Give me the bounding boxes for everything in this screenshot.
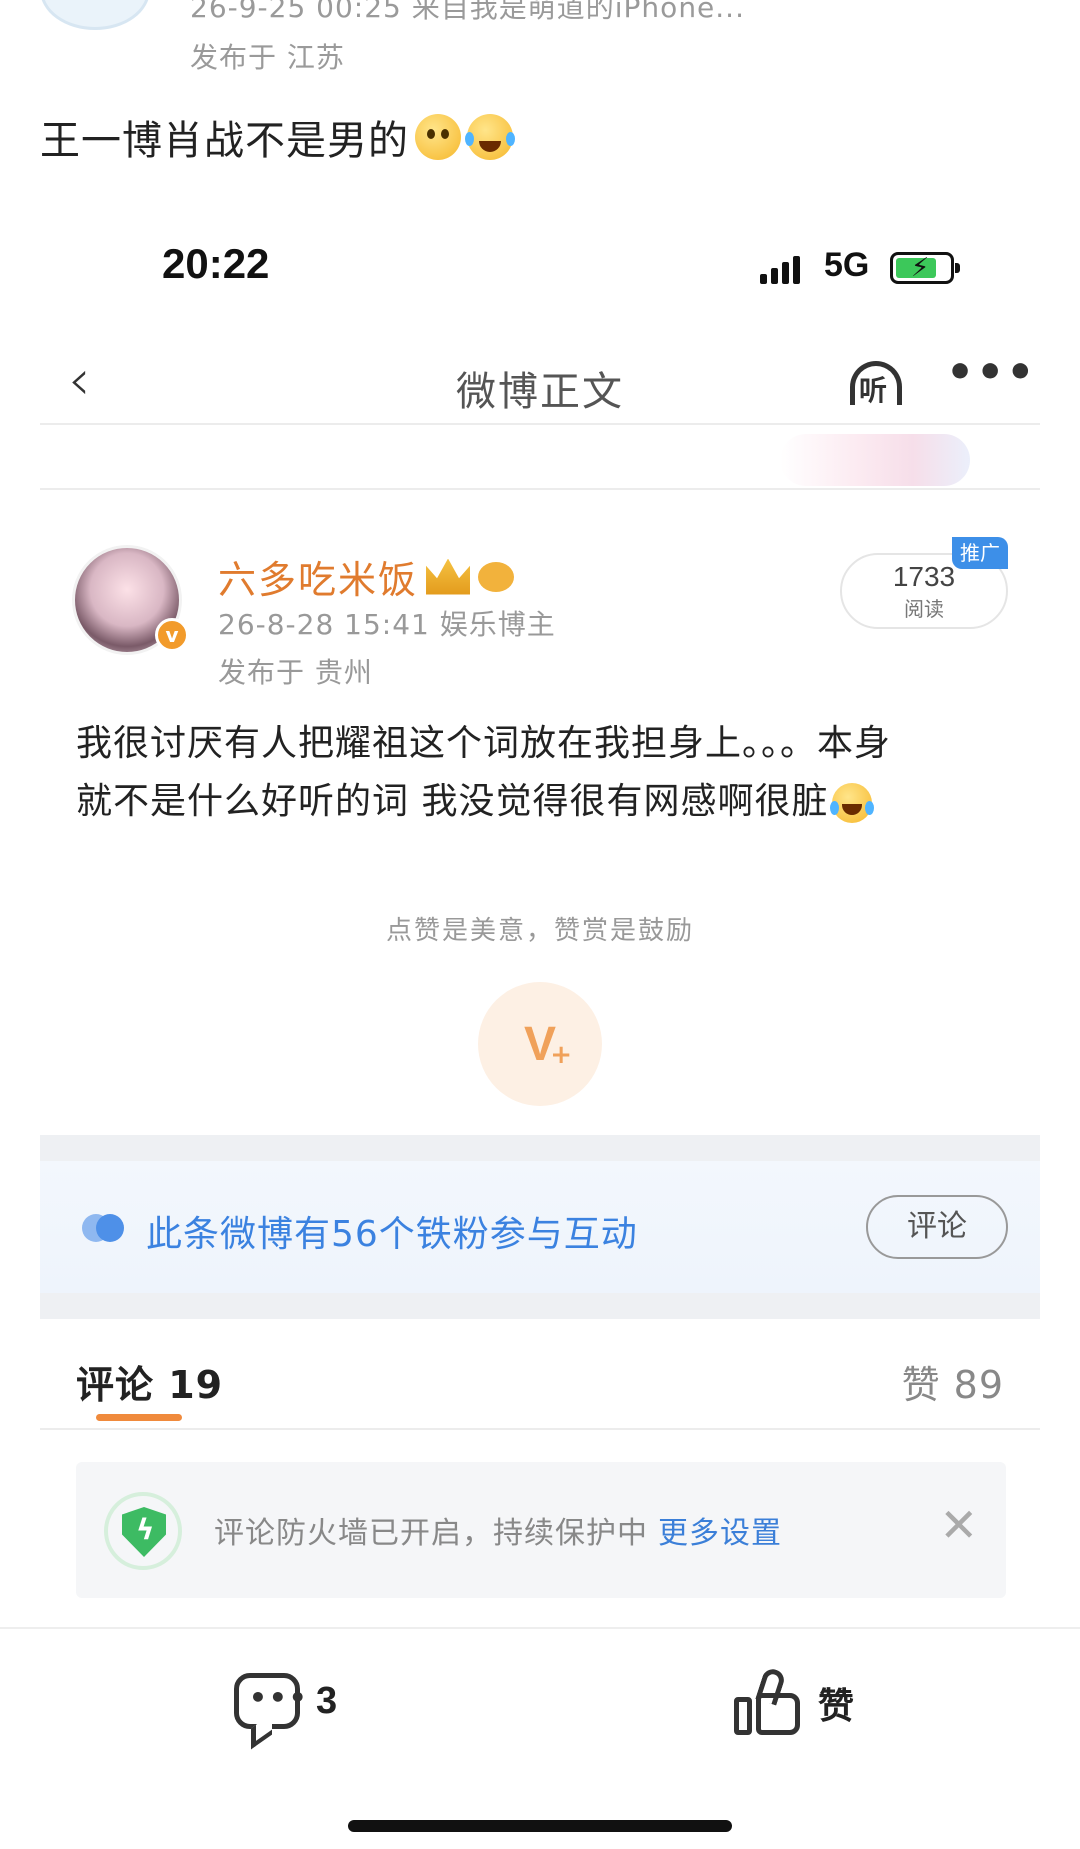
network-type: 5G [824,246,870,284]
promo-tag: 推广 [952,537,1008,569]
banner-decoration [780,434,970,486]
tab-comments[interactable]: 评论 19 [76,1354,223,1409]
close-icon[interactable]: ✕ [939,1498,978,1552]
comment-action[interactable]: ••• 3 [234,1673,337,1729]
reward-button[interactable]: V + [478,982,602,1106]
tab-likes[interactable]: 赞 89 [902,1354,1004,1409]
repost-location: 发布于 江苏 [190,41,345,74]
listen-headphone-icon[interactable]: 听 [846,357,906,409]
battery-icon: ⚡ [890,252,960,284]
like-action[interactable]: 赞 [734,1666,855,1737]
post-time: 26-8-28 15:41 娱乐博主 [218,608,556,641]
repost-text: 王一博肖战不是男的 [40,108,515,166]
fans-interaction-box: 此条微博有56个铁粉参与互动 评论 [40,1161,1040,1293]
reward-hint: 点赞是美意，赞赏是鼓励 [385,916,694,946]
bottom-action-bar: ••• 3 赞 [0,1627,1080,1849]
like-label: 赞 [818,1686,855,1727]
section-divider [40,1135,1040,1161]
fans-icon [82,1214,126,1242]
signal-icon [760,252,800,284]
decor-banner [40,430,1040,490]
repost-text-content: 王一博肖战不是男的 [40,118,409,164]
status-bar: 20:22 5G ⚡ [0,240,1080,300]
post-body-line-text: 就不是什么好听的词 我没觉得很有网感啊很脏 [76,781,829,822]
tab-active-underline [96,1414,182,1421]
comment-bubble-icon: ••• [234,1673,307,1729]
shield-icon: ϟ [104,1492,182,1570]
listen-label: 听 [859,374,888,407]
section-divider [40,1293,1040,1319]
home-indicator[interactable] [348,1820,732,1832]
repost-avatar[interactable] [40,0,150,30]
post-body-line: 我很讨厌有人把耀祖这个词放在我担身上。。。本身 [76,723,892,764]
firewall-text: 评论防火墙已开启，持续保护中 更多设置 [214,1508,782,1552]
status-time: 20:22 [162,240,270,287]
post-location: 发布于 贵州 [218,656,373,689]
verified-badge-icon: v [155,618,189,652]
post-body: 我很讨厌有人把耀祖这个词放在我担身上。。。本身 就不是什么好听的词 我没觉得很有… [76,715,1016,831]
username[interactable]: 六多吃米饭 [218,549,515,604]
emoji-laugh-cry-icon [830,783,875,823]
fans-text: 此条微博有56个铁粉参与互动 [146,1214,638,1255]
username-text: 六多吃米饭 [218,558,419,602]
emoji-thinking-icon [415,114,461,160]
crown-badge-icon [426,558,471,595]
comment-count: 3 [316,1679,338,1722]
firewall-notice: ϟ 评论防火墙已开启，持续保护中 更多设置 ✕ [76,1462,1006,1598]
comment-like-tabs: 评论 19 赞 89 [40,1330,1040,1430]
more-icon[interactable]: ••• [946,347,1036,398]
fans-comment-button[interactable]: 评论 [866,1195,1008,1259]
emoji-laugh-cry-icon [465,114,515,160]
fish-badge-icon [478,561,515,592]
repost-meta: 26-9-25 00:25 来自我是萌道的iPhone... [190,0,745,24]
reads-label: 阅读 [904,597,944,621]
nav-bar: ‹ 微博正文 听 ••• [40,345,1040,425]
thumbs-up-icon [734,1666,802,1737]
post-body-line: 就不是什么好听的词 我没觉得很有网感啊很脏 [76,773,1016,831]
more-settings-link[interactable]: 更多设置 [658,1516,782,1551]
firewall-status: 评论防火墙已开启，持续保护中 [214,1516,648,1551]
